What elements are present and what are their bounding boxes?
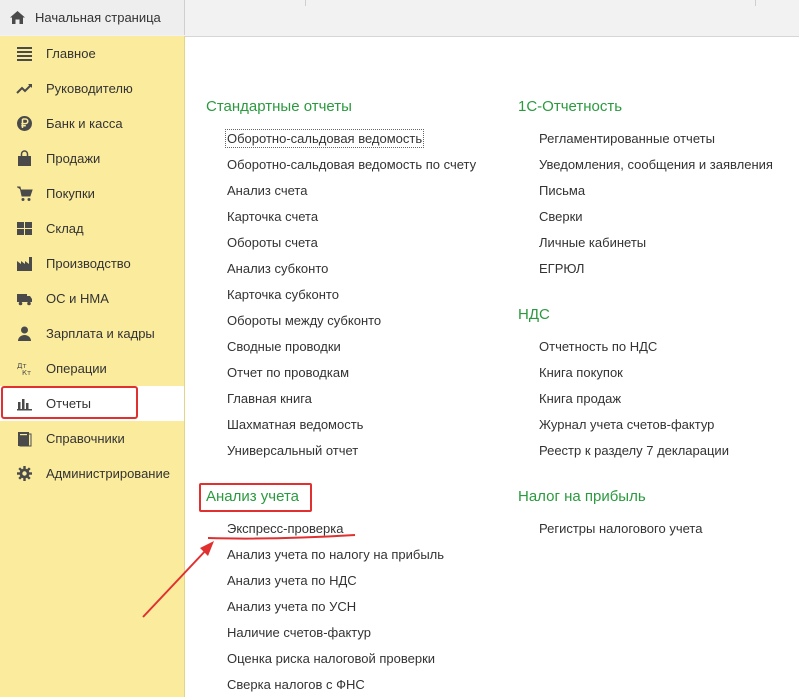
bar-chart-icon [16, 395, 33, 412]
sidebar: Главное Руководителю Банк и касса Продаж… [0, 36, 185, 697]
sidebar-item-operations[interactable]: Дт Кт Операции [0, 351, 184, 386]
sidebar-item-label: Справочники [46, 431, 125, 446]
report-link[interactable]: Шахматная ведомость [227, 417, 363, 432]
shopping-bag-icon [16, 150, 33, 167]
sidebar-item-warehouse[interactable]: Склад [0, 211, 184, 246]
report-link[interactable]: Сводные проводки [227, 339, 341, 354]
report-link[interactable]: Журнал учета счетов-фактур [539, 417, 714, 432]
sidebar-item-salary[interactable]: Зарплата и кадры [0, 316, 184, 351]
report-link[interactable]: Отчетность по НДС [539, 339, 657, 354]
top-bar: Начальная страница [0, 0, 799, 37]
factory-icon [16, 255, 33, 272]
sidebar-item-label: Зарплата и кадры [46, 326, 155, 341]
group-title-1c-reporting: 1С-Отчетность [518, 98, 623, 115]
report-link[interactable]: Универсальный отчет [227, 443, 358, 458]
sidebar-item-label: ОС и НМА [46, 291, 109, 306]
report-link[interactable]: Обороты счета [227, 235, 318, 250]
sidebar-item-reports[interactable]: Отчеты [0, 386, 184, 421]
ruble-coin-icon [16, 115, 33, 132]
report-link[interactable]: ЕГРЮЛ [539, 261, 584, 276]
report-link[interactable]: Анализ учета по налогу на прибыль [227, 547, 444, 562]
reports-panel: Стандартные отчеты Оборотно-сальдовая ве… [186, 37, 799, 697]
sidebar-item-assets[interactable]: ОС и НМА [0, 281, 184, 316]
group-title-analysis: Анализ учета [206, 488, 300, 505]
report-link[interactable]: Анализ учета по УСН [227, 599, 356, 614]
sidebar-item-production[interactable]: Производство [0, 246, 184, 281]
group-title-standard: Стандартные отчеты [206, 98, 352, 115]
svg-text:Кт: Кт [22, 369, 31, 377]
group-title-profit-tax: Налог на прибыль [518, 488, 646, 505]
sidebar-item-label: Руководителю [46, 81, 133, 96]
sidebar-item-label: Склад [46, 221, 84, 236]
sidebar-item-label: Отчеты [46, 396, 91, 411]
group-title-vat: НДС [518, 306, 550, 323]
report-link[interactable]: Оборотно-сальдовая ведомость по счету [227, 157, 476, 172]
report-link[interactable]: Личные кабинеты [539, 235, 646, 250]
report-link[interactable]: Регламентированные отчеты [539, 131, 715, 146]
report-link[interactable]: Реестр к разделу 7 декларации [539, 443, 729, 458]
report-link[interactable]: Анализ счета [227, 183, 307, 198]
sidebar-item-purchases[interactable]: Покупки [0, 176, 184, 211]
gear-icon [16, 465, 33, 482]
report-link[interactable]: Уведомления, сообщения и заявления [539, 157, 773, 172]
sidebar-item-directories[interactable]: Справочники [0, 421, 184, 456]
report-link[interactable]: Анализ учета по НДС [227, 573, 357, 588]
home-icon [9, 9, 26, 26]
sidebar-item-label: Покупки [46, 186, 95, 201]
sidebar-item-label: Продажи [46, 151, 101, 166]
report-link[interactable]: Сверки [539, 209, 583, 224]
shopping-cart-icon [16, 185, 33, 202]
report-link-express-check[interactable]: Экспресс-проверка [227, 521, 343, 536]
top-divider [305, 0, 306, 6]
sidebar-item-label: Производство [46, 256, 131, 271]
home-tab-label: Начальная страница [35, 10, 161, 25]
warehouse-grid-icon [16, 220, 33, 237]
sidebar-item-manager[interactable]: Руководителю [0, 71, 184, 106]
dt-kt-icon: Дт Кт [16, 360, 33, 377]
sidebar-item-label: Операции [46, 361, 107, 376]
report-link[interactable]: Карточка счета [227, 209, 318, 224]
report-link[interactable]: Оценка риска налоговой проверки [227, 651, 435, 666]
report-link[interactable]: Наличие счетов-фактур [227, 625, 371, 640]
report-link[interactable]: Анализ субконто [227, 261, 328, 276]
top-divider [755, 0, 756, 6]
menu-lines-icon [16, 45, 33, 62]
sidebar-item-bank[interactable]: Банк и касса [0, 106, 184, 141]
sidebar-item-sales[interactable]: Продажи [0, 141, 184, 176]
person-icon [16, 325, 33, 342]
sidebar-item-admin[interactable]: Администрирование [0, 456, 184, 491]
book-icon [16, 430, 33, 447]
trend-chart-icon [16, 80, 33, 97]
sidebar-item-main[interactable]: Главное [0, 36, 184, 71]
report-link[interactable]: Обороты между субконто [227, 313, 381, 328]
report-link[interactable]: Отчет по проводкам [227, 365, 349, 380]
report-link[interactable]: Книга продаж [539, 391, 621, 406]
report-link[interactable]: Сверка налогов с ФНС [227, 677, 365, 692]
truck-icon [16, 290, 33, 307]
sidebar-item-label: Главное [46, 46, 96, 61]
home-tab[interactable]: Начальная страница [0, 0, 185, 35]
report-link[interactable]: Письма [539, 183, 585, 198]
sidebar-item-label: Администрирование [46, 466, 170, 481]
report-link[interactable]: Карточка субконто [227, 287, 339, 302]
sidebar-item-label: Банк и касса [46, 116, 123, 131]
report-link[interactable]: Книга покупок [539, 365, 623, 380]
report-link[interactable]: Оборотно-сальдовая ведомость [224, 129, 425, 148]
report-link[interactable]: Главная книга [227, 391, 312, 406]
report-link[interactable]: Регистры налогового учета [539, 521, 702, 536]
